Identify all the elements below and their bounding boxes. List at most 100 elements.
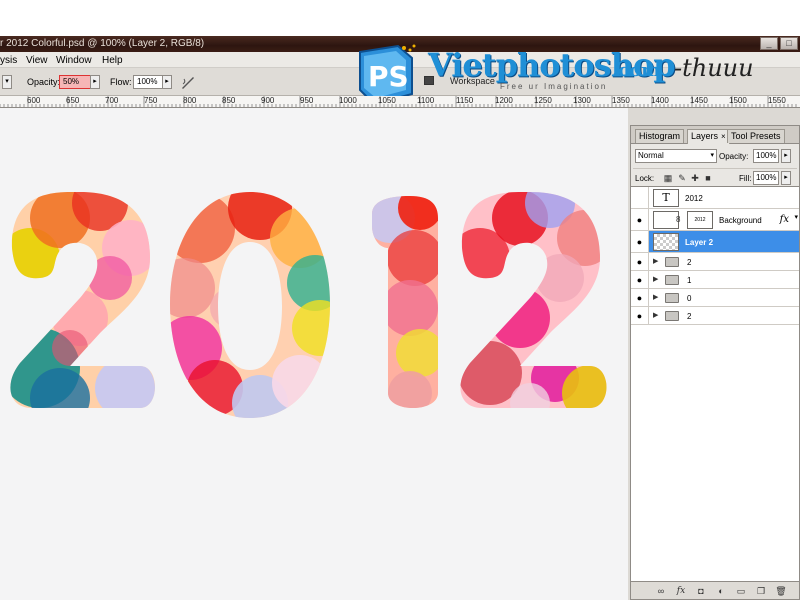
artwork-2012 [10, 191, 607, 418]
expand-arrow-icon[interactable]: ▶ [653, 293, 658, 301]
digit-2-left [10, 191, 156, 408]
layer-opacity-slider-button[interactable]: ▸ [781, 149, 791, 163]
expand-arrow-icon[interactable]: ▶ [653, 275, 658, 283]
new-layer-icon[interactable]: ❐ [755, 585, 767, 597]
lock-label: Lock: [635, 174, 655, 183]
digit-1 [372, 196, 438, 408]
tab-tool-presets[interactable]: Tool Presets [727, 129, 785, 143]
visibility-toggle-empty[interactable] [631, 187, 649, 208]
blend-row: Normal ▾ Opacity: 100% ▸ [633, 148, 797, 166]
ruler-label: 1250 [534, 96, 552, 105]
eye-icon[interactable]: ● [631, 253, 649, 270]
menu-view[interactable]: View [26, 55, 48, 66]
layers-panel: Histogram Layers × Tool Presets Normal ▾ … [630, 125, 800, 600]
chevron-down-icon[interactable]: ▾ [794, 213, 798, 221]
lock-transparency-icon[interactable]: ▦ [663, 173, 673, 183]
link-icon[interactable]: 8 [676, 215, 680, 224]
ruler-label: 1000 [339, 96, 357, 105]
layer-row-layer-2[interactable]: ● Layer 2 [631, 231, 799, 253]
panel-tabs: Histogram Layers × Tool Presets [631, 126, 799, 144]
fill-field[interactable]: 100% [753, 171, 779, 185]
layer-row-text-2012[interactable]: T 2012 [631, 187, 799, 209]
layer-row-group-2[interactable]: ● ▶ 2 [631, 253, 799, 271]
workspace-button[interactable]: Workspace [450, 76, 495, 86]
ruler-label: 900 [261, 96, 275, 105]
ruler-label: 850 [222, 96, 236, 105]
ruler-label: 1150 [456, 96, 474, 105]
lock-pixels-icon[interactable]: ✎ [677, 173, 687, 183]
lock-position-icon[interactable]: ✚ [690, 173, 700, 183]
menu-analysis[interactable]: ysis [0, 55, 17, 66]
eye-icon[interactable]: ● [631, 289, 649, 306]
lock-row: Lock: ▦ ✎ ✚ ■ Fill: 100% ▸ [633, 168, 797, 186]
fx-icon[interactable]: fx [780, 214, 789, 225]
expand-arrow-icon[interactable]: ▶ [653, 257, 658, 265]
lock-all-icon[interactable]: ■ [703, 173, 713, 183]
eye-icon[interactable]: ● [631, 209, 649, 230]
ruler-label: 1100 [417, 96, 435, 105]
expand-arrow-icon[interactable]: ▶ [653, 311, 658, 319]
tab-histogram-label: Histogram [639, 131, 681, 141]
ps-badge-text: PS [368, 60, 409, 93]
author-signature: -thuuu [674, 54, 754, 82]
ruler-label: 1450 [690, 96, 708, 105]
tab-layers[interactable]: Layers × [687, 129, 730, 144]
eye-icon[interactable]: ● [631, 271, 649, 288]
ruler-label: 650 [66, 96, 80, 105]
layers-list: T 2012 ● 8 2012 Background fx ▾ ● Layer … [631, 186, 799, 582]
layers-panel-footer: ∞ fx ◘ ◐ ▭ ❐ 🗑 [631, 581, 799, 599]
tool-preset-dropdown[interactable]: ▾ [2, 75, 12, 89]
tab-layers-label: Layers [691, 131, 719, 141]
ruler-ticks [0, 96, 797, 107]
document-canvas[interactable] [0, 108, 628, 600]
folder-icon [665, 293, 679, 303]
eye-icon[interactable]: ● [631, 307, 649, 324]
ruler-label: 1050 [378, 96, 396, 105]
tab-histogram[interactable]: Histogram [635, 129, 685, 143]
horizontal-ruler[interactable]: 600 650 700 750 800 850 900 950 1000 1050 1100 1150… [0, 96, 800, 108]
trash-icon[interactable]: 🗑 [775, 585, 787, 597]
logo-tagline: Free ur Imagination [500, 82, 608, 91]
fx-icon[interactable]: fx [675, 585, 687, 597]
layer-row-background[interactable]: ● 8 2012 Background fx ▾ [631, 209, 799, 231]
folder-icon [665, 257, 679, 267]
mask-icon[interactable]: ◘ [695, 585, 707, 597]
menu-help[interactable]: Help [102, 55, 123, 66]
tab-tool-presets-label: Tool Presets [731, 131, 781, 141]
layer-name: 2 [687, 312, 692, 321]
window-title: r 2012 Colorful.psd @ 100% (Layer 2, RGB… [0, 38, 205, 49]
airbrush-icon[interactable] [180, 74, 196, 90]
blend-mode-value: Normal [638, 151, 664, 160]
flow-slider-button[interactable]: ▸ [162, 75, 172, 89]
digit-0 [170, 192, 330, 418]
link-layers-icon[interactable]: ∞ [655, 585, 667, 597]
layer-row-group-0[interactable]: ● ▶ 0 [631, 289, 799, 307]
maximize-button[interactable]: □ [780, 37, 798, 50]
tab-close-icon[interactable]: × [721, 132, 726, 141]
blend-mode-select[interactable]: Normal ▾ [635, 149, 717, 163]
workspace-icon[interactable] [424, 76, 434, 85]
menu-window[interactable]: Window [56, 55, 92, 66]
folder-icon [665, 275, 679, 285]
layer-row-group-2b[interactable]: ● ▶ 2 [631, 307, 799, 325]
flow-field[interactable]: 100% [133, 75, 163, 89]
top-blank-area [0, 0, 800, 36]
ruler-label: 1400 [651, 96, 669, 105]
mask-thumbnail[interactable]: 2012 [687, 211, 713, 229]
layer-opacity-field[interactable]: 100% [753, 149, 779, 163]
ruler-label: 1550 [768, 96, 786, 105]
fill-slider-button[interactable]: ▸ [781, 171, 791, 185]
ruler-label: 1350 [612, 96, 630, 105]
opacity-slider-button[interactable]: ▸ [90, 75, 100, 89]
layer-row-group-1[interactable]: ● ▶ 1 [631, 271, 799, 289]
ruler-label: 1300 [573, 96, 591, 105]
logo-domain: .com [612, 60, 661, 81]
digit-2-right [460, 191, 607, 408]
opacity-field[interactable]: 50% [59, 75, 91, 89]
adjustment-icon[interactable]: ◐ [715, 585, 727, 597]
ruler-label: 700 [105, 96, 119, 105]
eye-icon[interactable]: ● [631, 231, 649, 252]
layer-name: Background [719, 216, 762, 225]
layer-name: 2 [687, 258, 692, 267]
new-group-icon[interactable]: ▭ [735, 585, 747, 597]
